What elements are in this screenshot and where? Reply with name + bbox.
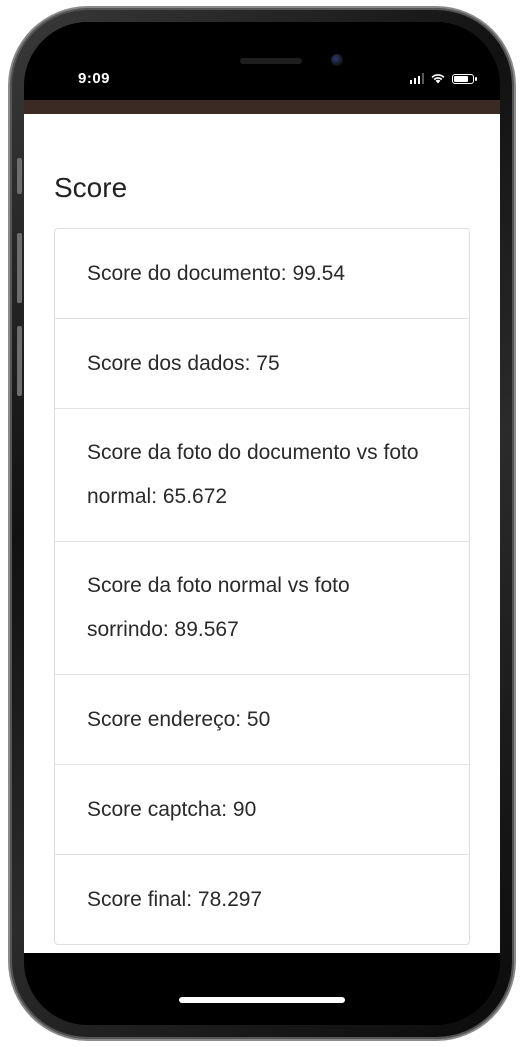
battery-icon — [452, 74, 477, 84]
status-bar: 9:09 — [24, 22, 500, 100]
page: 9:09 Score Score do documento: 99.54 Sco… — [0, 0, 524, 1047]
home-indicator[interactable] — [179, 997, 345, 1003]
volume-up-button — [17, 233, 22, 303]
signal-icon — [409, 73, 424, 84]
phone-screen: 9:09 Score Score do documento: 99.54 Sco… — [24, 22, 500, 1025]
phone-frame: 9:09 Score Score do documento: 99.54 Sco… — [10, 8, 514, 1039]
list-item-score-foto-sorrindo: Score da foto normal vs foto sorrindo: 8… — [55, 542, 469, 675]
app-header — [24, 100, 500, 114]
list-item-score-documento: Score do documento: 99.54 — [55, 229, 469, 319]
list-item-score-captcha: Score captcha: 90 — [55, 765, 469, 855]
battery-fill — [454, 76, 468, 82]
wifi-icon — [431, 74, 445, 84]
silent-switch — [17, 158, 22, 194]
page-title: Score — [54, 172, 128, 203]
score-list: Score do documento: 99.54 Score dos dado… — [54, 228, 470, 945]
list-item-score-endereco: Score endereço: 50 — [55, 675, 469, 765]
main-content: Score Score do documento: 99.54 Score do… — [24, 114, 500, 953]
volume-down-button — [17, 326, 22, 396]
notch-speaker — [240, 58, 302, 64]
front-camera — [331, 54, 343, 66]
home-indicator-area — [24, 953, 500, 1025]
list-item-score-foto-documento: Score da foto do documento vs foto norma… — [55, 409, 469, 542]
status-icons — [409, 72, 477, 84]
status-time: 9:09 — [78, 70, 111, 87]
list-item-score-final: Score final: 78.297 — [87, 888, 263, 911]
list-item-score-dados: Score dos dados: 75 — [55, 319, 469, 409]
